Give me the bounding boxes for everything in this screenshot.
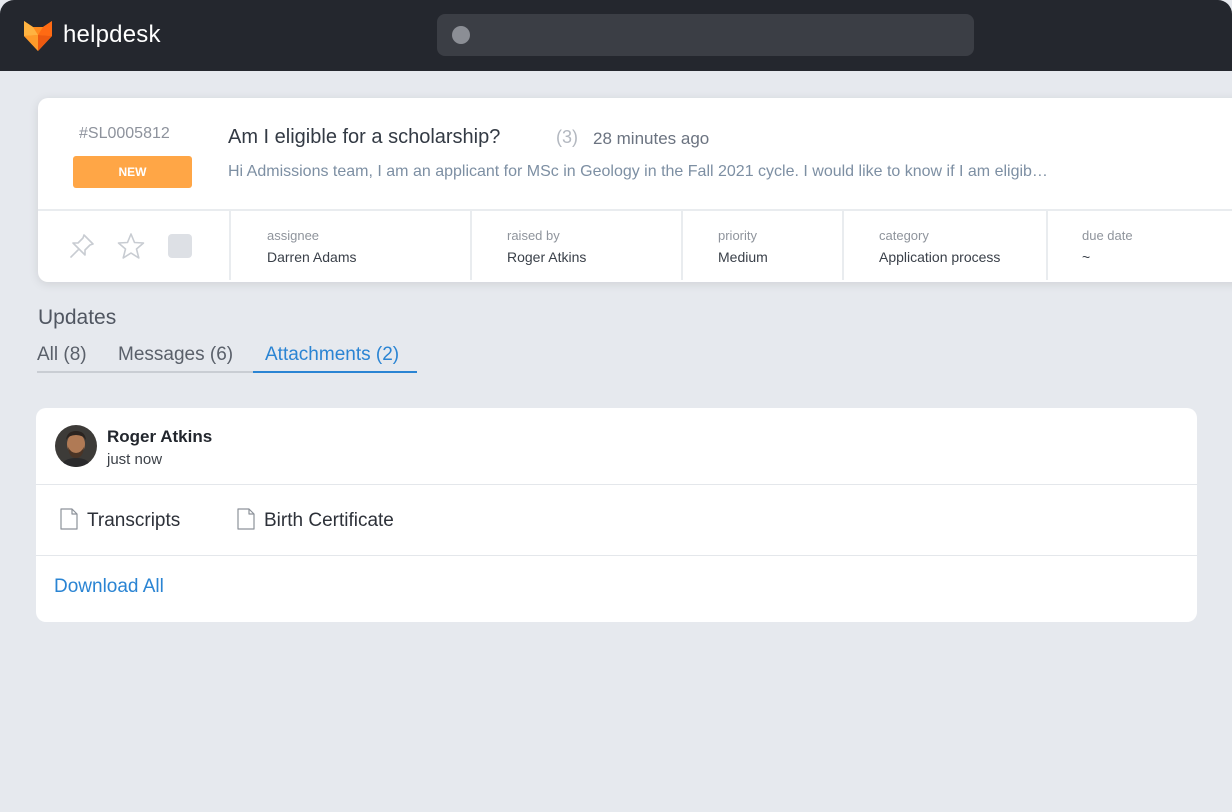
download-all-link[interactable]: Download All — [54, 576, 164, 598]
ticket-title[interactable]: Am I eligible for a scholarship? — [228, 126, 500, 149]
meta-value: Roger Atkins — [507, 249, 587, 265]
divider — [36, 484, 1197, 485]
select-checkbox[interactable] — [168, 234, 192, 258]
ticket-actions — [38, 211, 229, 282]
meta-raised-by: raised by Roger Atkins — [507, 228, 586, 265]
star-icon[interactable] — [117, 232, 145, 260]
brand-name: helpdesk — [63, 21, 161, 48]
tab-messages[interactable]: Messages (6) — [118, 344, 233, 366]
tab-attachments[interactable]: Attachments (2) — [265, 344, 399, 366]
file-icon — [60, 508, 78, 530]
fox-icon — [24, 21, 52, 51]
avatar[interactable] — [55, 425, 97, 467]
pin-icon[interactable] — [69, 233, 95, 259]
updates-tabs: All (8) Messages (6) Attachments (2) — [37, 344, 417, 374]
updates-heading: Updates — [38, 306, 117, 329]
active-tab-indicator — [253, 371, 417, 373]
app-window: helpdesk #SL0005812 NEW Am I eligible fo… — [0, 0, 1232, 812]
status-badge: NEW — [73, 156, 192, 188]
meta-value: Application process — [879, 249, 1001, 265]
ticket-preview: Hi Admissions team, I am an applicant fo… — [228, 163, 1048, 180]
meta-label: raised by — [507, 228, 560, 243]
search-icon — [452, 26, 470, 44]
author-name[interactable]: Roger Atkins — [107, 427, 212, 447]
ticket-card[interactable]: #SL0005812 NEW Am I eligible for a schol… — [38, 98, 1232, 282]
meta-assignee[interactable]: assignee Darren Adams — [267, 228, 356, 265]
file-icon — [237, 508, 255, 530]
meta-label: due date — [1082, 228, 1133, 243]
post-time: just now — [107, 451, 163, 468]
meta-value: ~ — [1082, 249, 1091, 265]
divider — [229, 211, 231, 280]
divider — [681, 211, 683, 280]
divider — [1046, 211, 1048, 280]
top-bar: helpdesk — [0, 0, 1232, 71]
attachment-card: Roger Atkins just now Transcripts Birth … — [36, 408, 1197, 622]
divider — [842, 211, 844, 280]
meta-due-date[interactable]: due date ~ — [1082, 228, 1133, 265]
reply-count: (3) — [556, 127, 578, 147]
ticket-time: 28 minutes ago — [593, 129, 710, 148]
meta-label: priority — [718, 228, 758, 243]
file-name: Transcripts — [87, 510, 181, 531]
meta-value: Medium — [718, 249, 768, 265]
divider — [470, 211, 472, 280]
divider — [36, 555, 1197, 556]
ticket-id: #SL0005812 — [79, 125, 170, 142]
meta-label: assignee — [267, 228, 320, 243]
file-name: Birth Certificate — [264, 510, 394, 531]
meta-label: category — [879, 228, 929, 243]
tab-all[interactable]: All (8) — [37, 344, 87, 366]
meta-value: Darren Adams — [267, 249, 357, 265]
meta-category[interactable]: category Application process — [879, 228, 1000, 265]
meta-priority[interactable]: priority Medium — [718, 228, 768, 265]
search-input[interactable] — [437, 14, 974, 56]
